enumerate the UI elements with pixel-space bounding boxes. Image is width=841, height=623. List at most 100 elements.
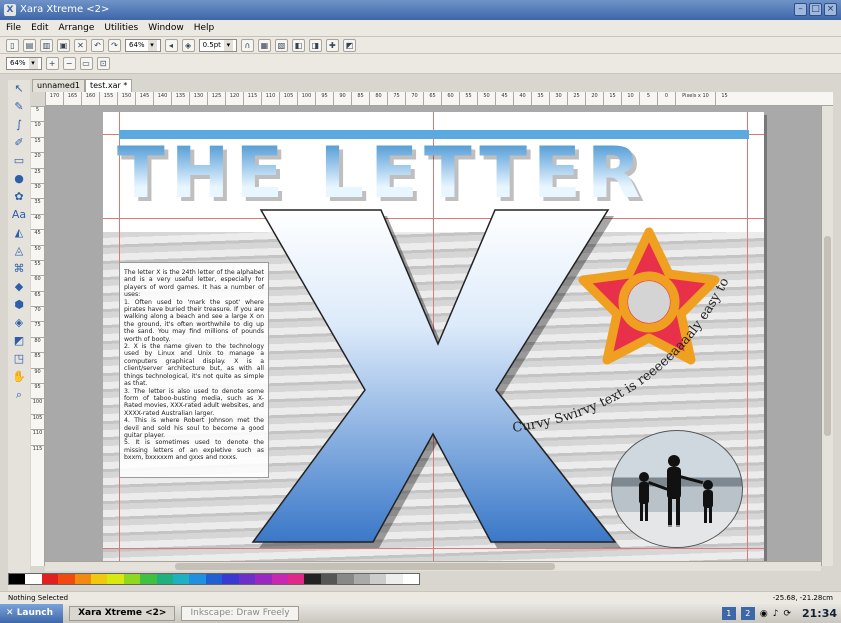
ruler-tick-label: 50: [31, 244, 44, 260]
document-page[interactable]: THE LETTER THE LETTER Curvy Sw: [103, 112, 764, 562]
palette-swatch[interactable]: [58, 574, 75, 584]
push-tool-icon[interactable]: ✋: [11, 370, 27, 384]
palette-swatch[interactable]: [123, 574, 141, 584]
new-document-icon[interactable]: ▯: [6, 38, 19, 52]
palette-swatch[interactable]: [91, 574, 108, 584]
palette-swatch[interactable]: [386, 574, 403, 584]
palette-swatch[interactable]: [140, 574, 157, 584]
open-icon[interactable]: ▤: [23, 38, 36, 52]
horizontal-scrollbar[interactable]: [45, 561, 821, 571]
bring-front-icon[interactable]: ◧: [291, 38, 305, 52]
zoom-out-icon[interactable]: −: [62, 57, 76, 70]
palette-swatch[interactable]: [107, 574, 124, 584]
zoom-select[interactable]: 64% ▾: [125, 38, 161, 52]
mould-tool-icon[interactable]: ⌘: [11, 262, 27, 276]
zoom-drawing-icon[interactable]: ◈: [181, 38, 195, 52]
update-icon[interactable]: ⟳: [783, 609, 791, 619]
desktop-2-button[interactable]: 2: [740, 607, 755, 620]
drawing-canvas[interactable]: THE LETTER THE LETTER Curvy Sw: [45, 106, 821, 566]
horizontal-scroll-thumb[interactable]: [175, 563, 555, 570]
palette-swatch[interactable]: [25, 574, 42, 584]
bezier-tool-icon[interactable]: ∫: [11, 118, 27, 132]
tab-unnamed1[interactable]: unnamed1: [32, 79, 85, 92]
maximize-button[interactable]: □: [809, 3, 822, 16]
send-back-icon[interactable]: ◨: [308, 38, 322, 52]
bevel-tool-icon[interactable]: ◈: [11, 316, 27, 330]
family-photo[interactable]: [611, 430, 743, 548]
combine-shapes-icon[interactable]: ✚: [325, 38, 339, 52]
zoom-page-icon[interactable]: ▭: [79, 57, 93, 70]
undo-icon[interactable]: ↶: [91, 38, 104, 52]
zoom-level-select[interactable]: 64% ▾: [6, 57, 42, 70]
text-tool-icon[interactable]: Aa: [11, 208, 27, 222]
selector-tool-icon[interactable]: ↖: [11, 82, 27, 96]
ellipse-tool-icon[interactable]: ●: [11, 172, 27, 186]
menu-window[interactable]: Window: [148, 20, 184, 36]
task-inkscape[interactable]: Inkscape: Draw Freely: [181, 606, 299, 621]
palette-swatch[interactable]: [287, 574, 305, 584]
network-icon[interactable]: ◉: [760, 609, 768, 619]
zoom-in-icon[interactable]: +: [45, 57, 59, 70]
palette-swatch[interactable]: [320, 574, 338, 584]
snap-icon[interactable]: ∩: [240, 38, 254, 52]
save-icon[interactable]: ▣: [57, 38, 70, 52]
open-template-icon[interactable]: ▥: [40, 38, 53, 52]
palette-swatch[interactable]: [337, 574, 354, 584]
launch-button[interactable]: ✕ Launch: [0, 604, 64, 623]
task-xara[interactable]: Xara Xtreme <2>: [69, 606, 176, 621]
palette-swatch[interactable]: [189, 574, 206, 584]
vertical-scrollbar[interactable]: [821, 106, 833, 566]
ungroup-icon[interactable]: ▧: [274, 38, 288, 52]
redo-icon[interactable]: ↷: [108, 38, 121, 52]
menu-help[interactable]: Help: [194, 20, 215, 36]
quickshape-tool-icon[interactable]: ✿: [11, 190, 27, 204]
palette-swatch[interactable]: [369, 574, 387, 584]
vertical-scroll-thumb[interactable]: [824, 236, 831, 436]
volume-icon[interactable]: ♪: [773, 609, 779, 619]
close-button[interactable]: ×: [824, 3, 837, 16]
window-titlebar[interactable]: X Xara Xtreme <2> – □ ×: [0, 0, 841, 20]
clock[interactable]: 21:34: [802, 607, 837, 620]
menu-file[interactable]: File: [6, 20, 21, 36]
palette-swatch[interactable]: [238, 574, 256, 584]
palette-swatch[interactable]: [222, 574, 239, 584]
rectangle-tool-icon[interactable]: ▭: [11, 154, 27, 168]
extrude-tool-icon[interactable]: ◳: [11, 352, 27, 366]
shadow-tool-icon[interactable]: ◩: [11, 334, 27, 348]
desktop-1-button[interactable]: 1: [721, 607, 736, 620]
line-width-select[interactable]: 0.5pt ▾: [198, 38, 237, 52]
palette-swatch[interactable]: [255, 574, 272, 584]
break-shapes-icon[interactable]: ◩: [342, 38, 356, 52]
transparency-tool-icon[interactable]: ◬: [11, 244, 27, 258]
body-text-frame[interactable]: The letter X is the 24th letter of the a…: [119, 262, 269, 478]
palette-swatch[interactable]: [353, 574, 370, 584]
zoom-selection-icon[interactable]: ⊡: [96, 57, 110, 70]
star-shape[interactable]: [578, 227, 720, 365]
palette-swatch[interactable]: [74, 574, 92, 584]
palette-swatch[interactable]: [304, 574, 321, 584]
delete-icon[interactable]: ✕: [74, 38, 87, 52]
menu-utilities[interactable]: Utilities: [104, 20, 138, 36]
blend-tool-icon[interactable]: ⬢: [11, 298, 27, 312]
contour-tool-icon[interactable]: ◆: [11, 280, 27, 294]
palette-swatch[interactable]: [271, 574, 288, 584]
palette-swatch[interactable]: [156, 574, 174, 584]
palette-swatch[interactable]: [205, 574, 223, 584]
fill-tool-icon[interactable]: ◭: [11, 226, 27, 240]
menu-arrange[interactable]: Arrange: [59, 20, 95, 36]
group-icon[interactable]: ▦: [257, 38, 271, 52]
palette-swatch[interactable]: [9, 574, 26, 584]
palette-swatch[interactable]: [41, 574, 59, 584]
shape-editor-tool-icon[interactable]: ✐: [11, 136, 27, 150]
color-palette: [8, 573, 420, 585]
zoom-previous-icon[interactable]: ◂: [164, 38, 178, 52]
app-icon: X: [4, 4, 16, 16]
big-letter-x[interactable]: [251, 209, 617, 543]
minimize-button[interactable]: –: [794, 3, 807, 16]
palette-swatch[interactable]: [173, 574, 190, 584]
zoom-tool-icon[interactable]: ⌕: [11, 388, 27, 402]
freehand-tool-icon[interactable]: ✎: [11, 100, 27, 114]
menu-edit[interactable]: Edit: [31, 20, 48, 36]
palette-swatch[interactable]: [402, 574, 420, 584]
tab-test-xar[interactable]: test.xar *: [85, 79, 133, 92]
